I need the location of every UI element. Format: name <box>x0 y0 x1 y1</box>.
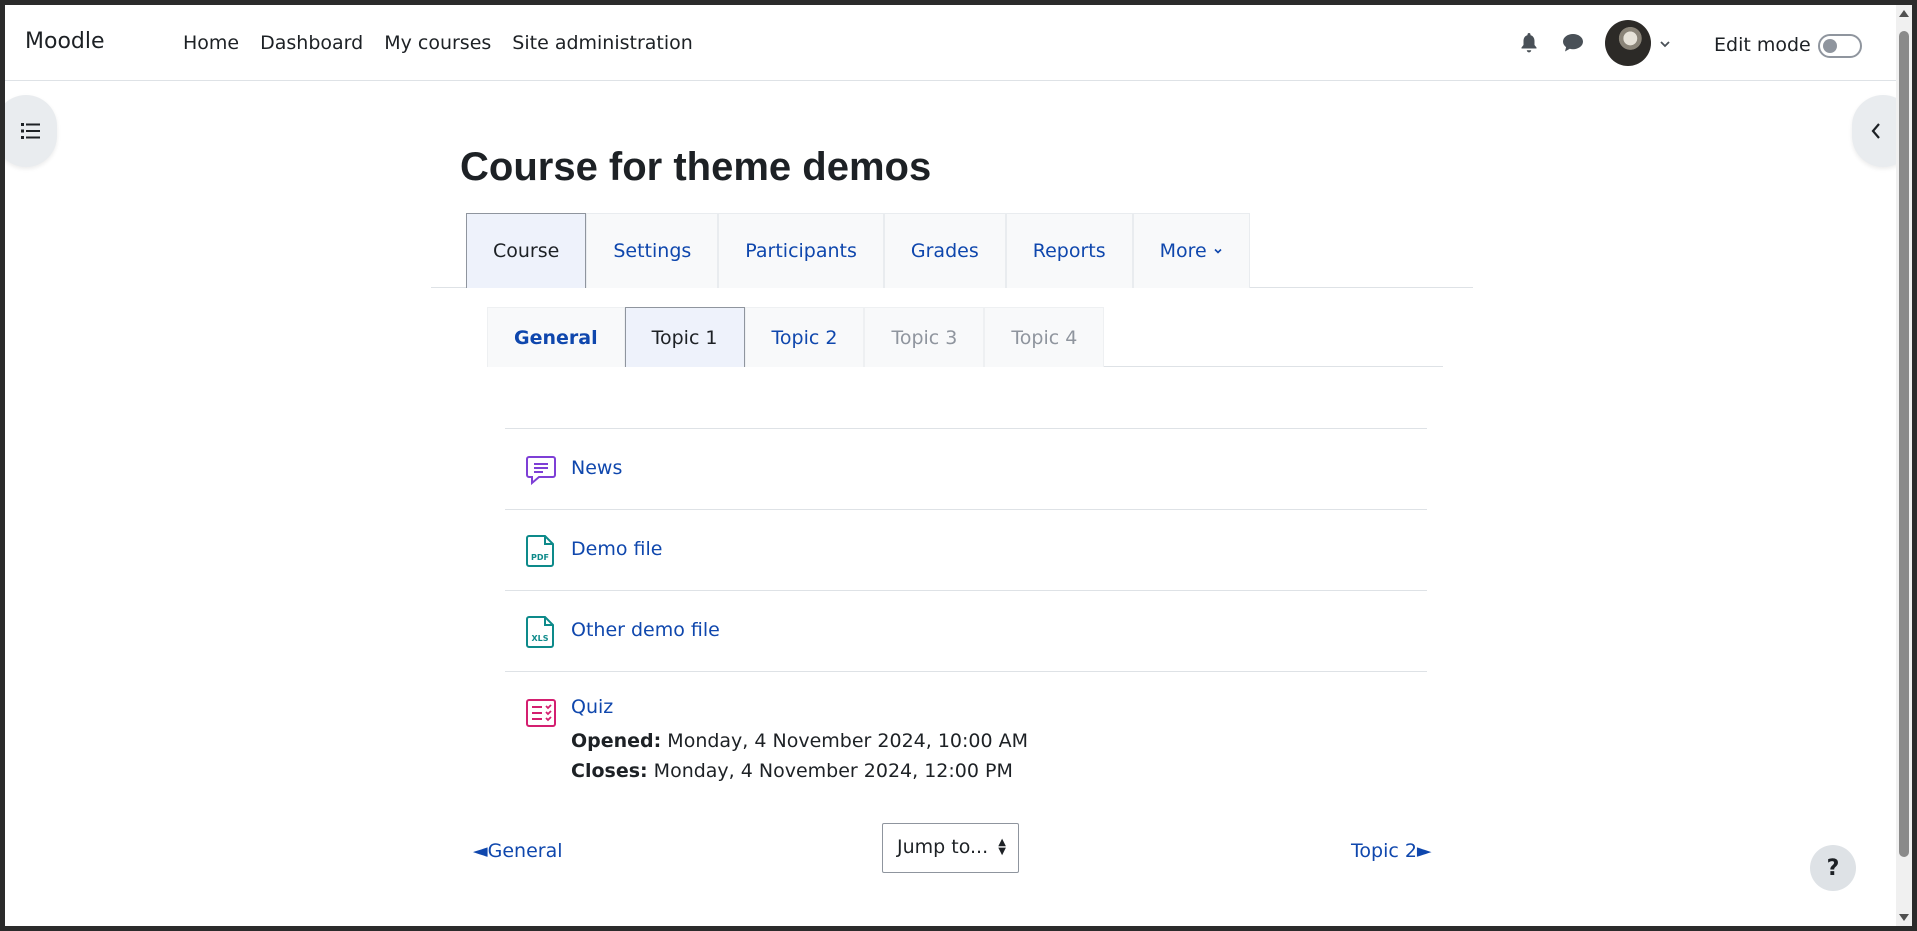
block-drawer-toggle[interactable] <box>1852 95 1896 167</box>
section-tab-general[interactable]: General <box>487 307 625 367</box>
tab-participants[interactable]: Participants <box>718 213 884 288</box>
quiz-closes-row: Closes: Monday, 4 November 2024, 12:00 P… <box>571 756 1028 786</box>
select-arrows-icon: ▲ ▼ <box>998 837 1006 857</box>
previous-section-link[interactable]: ◄General <box>473 840 563 862</box>
activity-item: XLS Other demo file <box>505 590 1427 671</box>
activity-item: PDF Demo file <box>505 509 1427 590</box>
user-avatar[interactable] <box>1605 20 1651 66</box>
help-button[interactable]: ? <box>1810 845 1856 891</box>
activity-link-demo-file[interactable]: Demo file <box>571 538 662 560</box>
jump-to-label: Jump to... <box>897 836 989 858</box>
next-section-link[interactable]: Topic 2► <box>1351 840 1432 862</box>
chevron-left-icon <box>1871 123 1880 139</box>
section-tab-topic-3[interactable]: Topic 3 <box>864 307 985 367</box>
activity-link-other-demo-file[interactable]: Other demo file <box>571 619 720 641</box>
quiz-opened-row: Opened: Monday, 4 November 2024, 10:00 A… <box>571 726 1028 756</box>
activity-link-quiz[interactable]: Quiz <box>571 696 613 718</box>
scroll-down-arrow-icon[interactable] <box>1899 914 1909 921</box>
tab-settings[interactable]: Settings <box>586 213 719 288</box>
site-brand[interactable]: Moodle <box>25 29 105 54</box>
section-tabs: General Topic 1 Topic 2 Topic 3 Topic 4 <box>487 307 1443 367</box>
section-tab-topic-1[interactable]: Topic 1 <box>624 307 745 367</box>
nav-home-link[interactable]: Home <box>183 32 239 54</box>
quiz-icon <box>526 699 556 727</box>
chevron-down-icon[interactable] <box>1659 35 1671 54</box>
activity-item: News <box>505 428 1427 509</box>
svg-text:XLS: XLS <box>531 634 548 643</box>
top-navbar: Moodle Home Dashboard My courses Site ad… <box>5 5 1896 81</box>
scroll-thumb[interactable] <box>1899 31 1909 857</box>
tab-reports[interactable]: Reports <box>1005 213 1133 288</box>
messages-chat-icon[interactable] <box>1561 31 1585 55</box>
tab-course[interactable]: Course <box>466 213 587 288</box>
quiz-dates: Opened: Monday, 4 November 2024, 10:00 A… <box>571 726 1028 786</box>
forum-icon <box>526 456 556 486</box>
scroll-up-arrow-icon[interactable] <box>1899 10 1909 17</box>
edit-mode-toggle[interactable] <box>1818 34 1862 58</box>
activity-link-news[interactable]: News <box>571 457 622 479</box>
tab-more-label: More <box>1159 240 1207 262</box>
activity-item: Quiz Opened: Monday, 4 November 2024, 10… <box>505 671 1427 791</box>
xls-file-icon: XLS <box>526 616 554 648</box>
svg-text:PDF: PDF <box>531 553 549 562</box>
closes-value: Monday, 4 November 2024, 12:00 PM <box>653 760 1013 782</box>
page-scrollbar[interactable] <box>1896 5 1912 926</box>
edit-mode-label: Edit mode <box>1714 34 1811 56</box>
list-icon <box>21 123 40 139</box>
closes-label: Closes: <box>571 760 648 782</box>
nav-my-courses-link[interactable]: My courses <box>384 32 491 54</box>
tab-more[interactable]: More <box>1132 213 1250 288</box>
tab-grades[interactable]: Grades <box>883 213 1006 288</box>
course-secondary-navigation: Course Settings Participants Grades Repo… <box>431 213 1473 288</box>
section-tab-topic-4[interactable]: Topic 4 <box>984 307 1105 367</box>
course-index-drawer-toggle[interactable] <box>5 95 57 167</box>
viewport: Moodle Home Dashboard My courses Site ad… <box>5 5 1896 926</box>
activity-list: News PDF Demo file XLS Other demo file Q… <box>505 428 1427 791</box>
nav-dashboard-link[interactable]: Dashboard <box>260 32 363 54</box>
opened-value: Monday, 4 November 2024, 10:00 AM <box>667 730 1029 752</box>
jump-to-select[interactable]: Jump to... ▲ ▼ <box>882 823 1019 873</box>
nav-site-administration-link[interactable]: Site administration <box>512 32 693 54</box>
notifications-bell-icon[interactable] <box>1517 31 1541 55</box>
pdf-file-icon: PDF <box>526 535 554 567</box>
toggle-knob <box>1823 39 1837 53</box>
section-tab-topic-2[interactable]: Topic 2 <box>744 307 865 367</box>
page-title: Course for theme demos <box>460 145 932 189</box>
primary-navigation: Home Dashboard My courses Site administr… <box>183 5 714 81</box>
opened-label: Opened: <box>571 730 662 752</box>
chevron-down-icon <box>1214 248 1222 254</box>
